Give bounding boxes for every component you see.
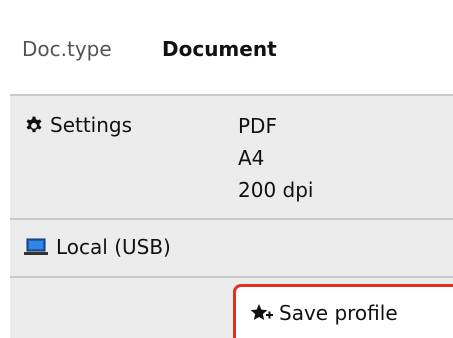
doc-type-row: Doc.type Document: [0, 0, 453, 94]
star-plus-icon: [250, 303, 273, 320]
destination-row[interactable]: Local (USB): [10, 218, 453, 276]
save-profile-button[interactable]: Save profile: [233, 284, 453, 338]
format-value: PDF: [238, 114, 277, 138]
settings-label: Settings: [50, 113, 133, 137]
save-profile-label: Save profile: [279, 300, 398, 325]
doc-type-label: Doc.type: [22, 37, 112, 61]
destination-button[interactable]: Local (USB): [24, 232, 171, 262]
settings-values: PDF A4 200 dpi: [238, 110, 313, 206]
resolution-value: 200 dpi: [238, 178, 314, 202]
destination-label: Local (USB): [56, 235, 171, 259]
paper-size-value: A4: [238, 146, 265, 170]
settings-button[interactable]: Settings: [24, 110, 132, 140]
settings-row[interactable]: Settings PDF A4 200 dpi: [10, 94, 453, 218]
laptop-icon: [24, 238, 48, 255]
doc-type-value[interactable]: Document: [162, 34, 277, 64]
gear-icon: [26, 116, 42, 133]
